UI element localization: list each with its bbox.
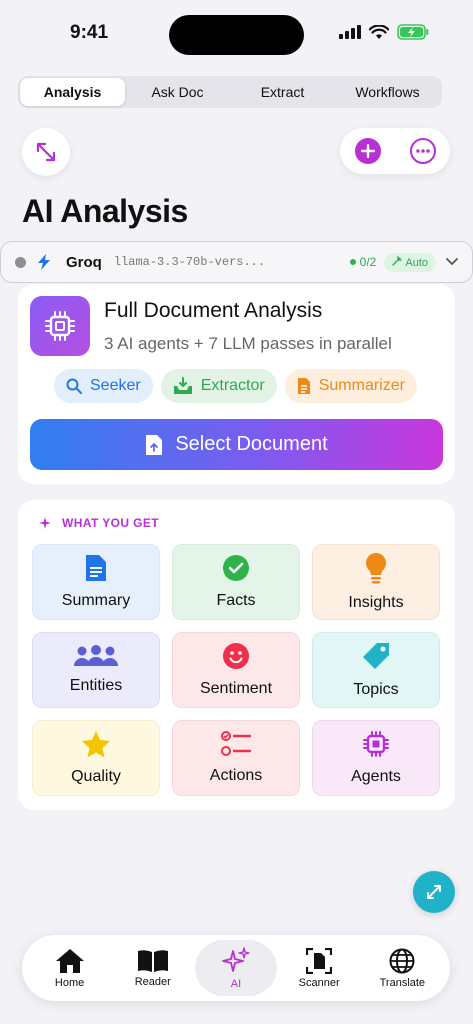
feature-facts-label: Facts <box>216 592 256 609</box>
wifi-icon <box>369 24 389 39</box>
chip-extractor-label: Extractor <box>200 377 265 394</box>
feature-grid: Summary Facts Insights Entities Sentimen… <box>32 544 441 796</box>
tab-ask-doc[interactable]: Ask Doc <box>125 78 230 106</box>
card-subtitle: 3 AI agents + 7 LLM passes in parallel <box>104 334 392 353</box>
tag-icon <box>363 643 389 669</box>
feature-entities-label: Entities <box>69 677 123 694</box>
tab-translate[interactable]: Translate <box>361 940 443 996</box>
feature-summary-label: Summary <box>61 592 131 609</box>
select-document-label: Select Document <box>175 433 328 455</box>
add-button[interactable] <box>354 138 381 164</box>
chip-seeker-label: Seeker <box>90 377 141 394</box>
expand-arrows-icon <box>427 885 441 899</box>
agent-chips: Seeker Extractor Summarizer <box>54 369 417 403</box>
select-document-button[interactable]: Select Document <box>30 419 443 470</box>
mode-segmented-control: Analysis Ask Doc Extract Workflows <box>18 76 442 108</box>
sparkles-icon <box>39 517 51 529</box>
people-icon <box>74 645 118 666</box>
tray-download-icon <box>173 377 192 394</box>
full-analysis-card: Full Document Analysis 3 AI agents + 7 L… <box>18 284 455 484</box>
provider-name: Groq <box>66 253 102 271</box>
tab-ai-label: AI <box>230 977 242 990</box>
dynamic-island <box>169 15 304 55</box>
what-you-get-header: WHAT YOU GET <box>38 516 159 530</box>
tab-translate-label: Translate <box>379 976 426 989</box>
provider-selector[interactable]: Groq llama-3.3-70b-vers... 0/2 Auto <box>0 241 473 283</box>
feature-quality-label: Quality <box>71 768 121 785</box>
status-dot <box>15 256 26 268</box>
scan-document-icon <box>306 947 333 974</box>
tab-ai[interactable]: AI <box>194 940 277 996</box>
house-icon <box>55 948 84 973</box>
tab-home[interactable]: Home <box>29 940 111 996</box>
battery-charging-icon <box>397 24 429 40</box>
cpu-chip-icon <box>363 731 389 757</box>
chip-summarizer[interactable]: Summarizer <box>284 369 417 403</box>
feature-topics-label: Topics <box>353 681 399 698</box>
cellular-signal-icon <box>339 25 361 39</box>
feature-insights: Insights <box>312 544 440 620</box>
key-count-text: 0/2 <box>359 255 377 269</box>
feature-agents-label: Agents <box>351 768 401 785</box>
feature-topics: Topics <box>312 632 440 708</box>
checklist-icon <box>221 731 251 756</box>
expand-arrows-icon <box>36 142 56 162</box>
checkmark-circle-icon <box>223 555 249 581</box>
auto-badge[interactable]: Auto <box>384 252 436 272</box>
tab-analysis[interactable]: Analysis <box>20 78 125 106</box>
feature-actions: Actions <box>172 720 300 796</box>
tab-scanner[interactable]: Scanner <box>278 940 360 996</box>
sparkles-icon <box>222 946 250 972</box>
star-icon <box>82 731 110 758</box>
chip-seeker[interactable]: Seeker <box>54 369 153 403</box>
chip-extractor[interactable]: Extractor <box>160 369 277 403</box>
feature-insights-label: Insights <box>348 594 404 611</box>
smiley-icon <box>223 643 249 669</box>
ellipsis-icon <box>415 149 430 153</box>
lightbulb-icon <box>366 553 386 584</box>
clock: 9:41 <box>70 22 109 43</box>
feature-entities: Entities <box>32 632 160 708</box>
magnifier-icon <box>66 378 82 394</box>
bottom-tab-bar: Home Reader AI Scanner Translate <box>22 935 450 1001</box>
auto-badge-label: Auto <box>405 256 428 269</box>
feature-sentiment: Sentiment <box>172 632 300 708</box>
chevron-down-icon <box>446 258 458 266</box>
feature-agents: Agents <box>312 720 440 796</box>
more-button[interactable] <box>409 138 436 164</box>
expand-button[interactable] <box>22 128 70 176</box>
card-title: Full Document Analysis <box>104 299 323 322</box>
tab-reader-label: Reader <box>134 975 171 988</box>
header-actions <box>340 128 450 174</box>
plus-icon <box>360 144 375 158</box>
document-upload-icon <box>146 434 163 455</box>
status-icons <box>339 24 429 40</box>
page-title: AI Analysis <box>22 193 188 229</box>
tab-workflows[interactable]: Workflows <box>335 78 440 106</box>
feature-quality: Quality <box>32 720 160 796</box>
feature-actions-label: Actions <box>209 767 263 784</box>
what-you-get-title: WHAT YOU GET <box>62 516 160 530</box>
feature-facts: Facts <box>172 544 300 620</box>
document-icon <box>297 378 310 394</box>
book-icon <box>137 949 168 972</box>
chip-summarizer-label: Summarizer <box>318 377 405 394</box>
model-name: llama-3.3-70b-vers... <box>113 255 266 269</box>
cpu-chip-icon <box>30 296 90 356</box>
tab-reader[interactable]: Reader <box>112 940 194 996</box>
bolt-icon <box>38 254 50 270</box>
tab-home-label: Home <box>54 976 85 989</box>
wand-icon <box>392 255 403 266</box>
green-dot <box>349 259 356 265</box>
what-you-get-card: WHAT YOU GET Summary Facts Insights Enti… <box>18 500 455 810</box>
tab-extract[interactable]: Extract <box>230 78 335 106</box>
status-bar: 9:41 <box>0 0 473 70</box>
tab-scanner-label: Scanner <box>298 976 340 989</box>
feature-summary: Summary <box>32 544 160 620</box>
globe-icon <box>389 948 415 973</box>
floating-expand-button[interactable] <box>413 871 455 913</box>
document-icon <box>86 555 106 581</box>
feature-sentiment-label: Sentiment <box>199 680 273 697</box>
key-count: 0/2 <box>349 255 377 269</box>
